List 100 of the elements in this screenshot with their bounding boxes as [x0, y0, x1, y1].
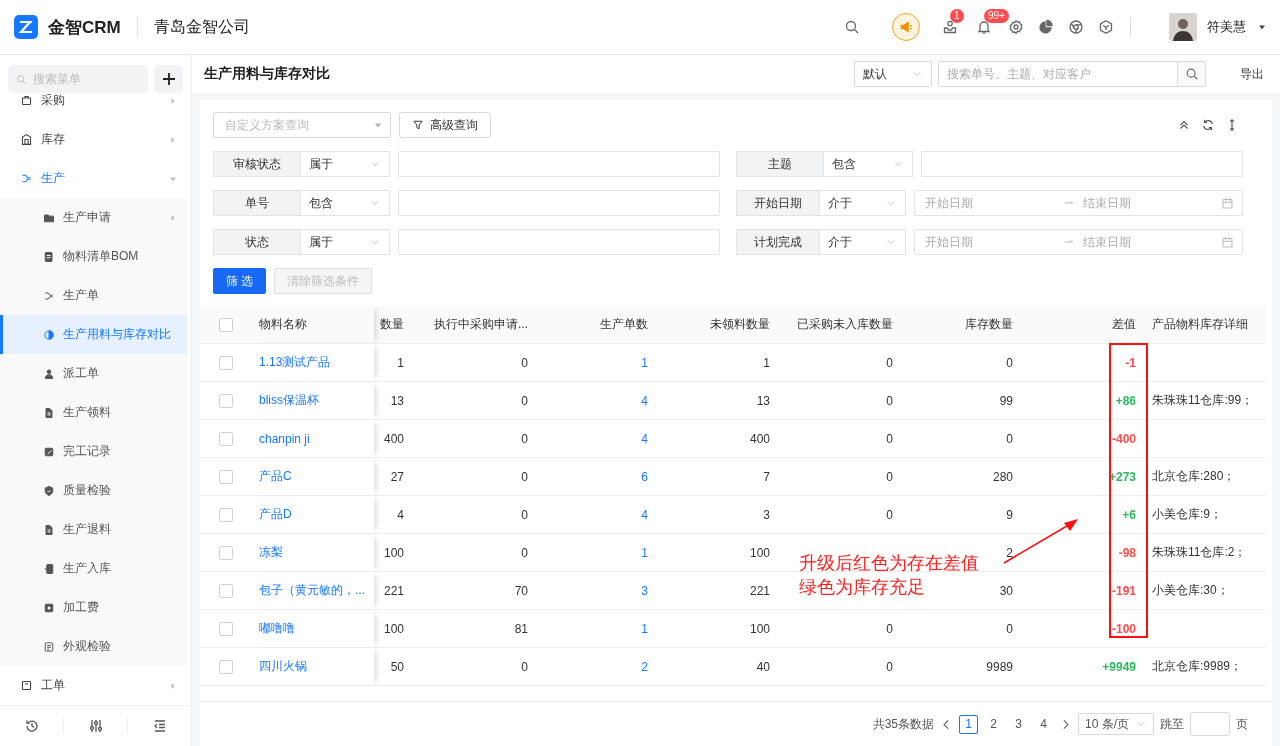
order-count-link[interactable]: 1 [641, 545, 648, 560]
menu-item[interactable]: 工单 [0, 666, 187, 705]
page-size-select[interactable]: 10 条/页 [1078, 713, 1154, 735]
submenu-item[interactable]: 生产单 [0, 276, 187, 315]
submenu-item[interactable]: 完工记录 [0, 432, 187, 471]
row-checkbox[interactable] [218, 469, 233, 484]
product-link[interactable]: chanpin ji [259, 431, 310, 446]
megaphone-button[interactable] [892, 13, 920, 41]
filter-input[interactable] [398, 229, 720, 255]
row-checkbox[interactable] [218, 545, 233, 560]
submenu-item[interactable]: 生产用料与库存对比 [0, 315, 187, 354]
pie-chart-icon[interactable] [1038, 19, 1054, 35]
order-count-link[interactable]: 2 [641, 659, 648, 674]
menu-item[interactable]: 生产 [0, 159, 187, 198]
advanced-search-button[interactable]: 高级查询 [399, 112, 491, 138]
search-field[interactable]: 搜索单号、主题、对应客户 [938, 61, 1206, 87]
row-checkbox[interactable] [218, 659, 233, 674]
order-count-link[interactable]: 4 [641, 507, 648, 522]
search-button[interactable] [1177, 62, 1205, 86]
search-icon[interactable] [844, 19, 860, 35]
operator-select[interactable]: 包含 [824, 151, 913, 177]
submenu-item-icon [43, 211, 55, 224]
submenu-item-icon [43, 367, 55, 380]
scheme-select[interactable]: 自定义方案查询 [213, 112, 391, 138]
filter-input[interactable] [398, 151, 720, 177]
table-cell: 0 [886, 355, 893, 370]
product-link[interactable]: 包子（黄元敏的，... [259, 582, 365, 599]
table-cell: 小美仓库:9； [1152, 506, 1222, 523]
product-link[interactable]: 冻梨 [259, 544, 283, 561]
submenu-item[interactable]: 生产申请 [0, 198, 187, 237]
submenu-item[interactable]: 外观检验 [0, 627, 187, 666]
submenu-item[interactable]: 物料清单BOM [0, 237, 187, 276]
cube-icon[interactable] [1098, 19, 1114, 35]
operator-select[interactable]: 属于 [301, 229, 390, 255]
submenu-item[interactable]: 派工单 [0, 354, 187, 393]
menu-item-icon [20, 679, 33, 692]
jump-label: 跳至 [1160, 715, 1184, 733]
product-link[interactable]: 四川火锅 [259, 658, 307, 675]
row-checkbox[interactable] [218, 621, 233, 636]
menu-item[interactable]: 库存 [0, 120, 187, 159]
user-avatar[interactable] [1169, 13, 1197, 41]
view-select[interactable]: 默认 [854, 61, 932, 87]
operator-select[interactable]: 属于 [301, 151, 390, 177]
table-cell: 50 [390, 659, 404, 674]
export-button[interactable]: 导出 [1236, 65, 1268, 83]
row-checkbox[interactable] [218, 583, 233, 598]
operator-select[interactable]: 介于 [820, 190, 906, 216]
product-link[interactable]: bliss保温杯 [259, 392, 319, 409]
page-button[interactable]: 2 [984, 714, 1003, 734]
order-count-link[interactable]: 6 [641, 469, 648, 484]
submenu-item-icon [43, 523, 55, 536]
table-cell: 27 [390, 469, 404, 484]
sliders-icon[interactable] [87, 718, 104, 734]
filter-button[interactable]: 筛 选 [213, 268, 267, 294]
calendar-icon [1221, 235, 1234, 249]
table-cell: 100 [383, 545, 404, 560]
product-link[interactable]: 嘟噜噜 [259, 620, 295, 637]
submenu-item[interactable]: 质量检验 [0, 471, 187, 510]
add-button[interactable] [154, 65, 183, 93]
filter-input[interactable] [921, 151, 1243, 177]
page-jump-field[interactable] [1190, 712, 1230, 736]
bell-icon[interactable] [976, 19, 992, 35]
submenu-item-icon [43, 406, 55, 419]
product-link[interactable]: 1.13测试产品 [259, 354, 331, 371]
order-count-link[interactable]: 4 [641, 431, 648, 446]
submenu-item[interactable]: 加工费 [0, 588, 187, 627]
order-count-link[interactable]: 3 [641, 583, 648, 598]
page-button[interactable]: 1 [959, 714, 978, 734]
date-range-field[interactable]: 开始日期 结束日期 [914, 229, 1243, 255]
row-checkbox[interactable] [218, 393, 233, 408]
product-link[interactable]: 产品C [259, 468, 292, 485]
order-count-link[interactable]: 1 [641, 355, 648, 370]
submenu-item[interactable]: 生产领料 [0, 393, 187, 432]
filter-input[interactable] [398, 190, 720, 216]
submenu-item[interactable]: 生产退料 [0, 510, 187, 549]
difference-value: -98 [1118, 545, 1136, 560]
refresh-icon[interactable] [1201, 118, 1215, 132]
date-range-field[interactable]: 开始日期 结束日期 [914, 190, 1243, 216]
row-checkbox[interactable] [218, 507, 233, 522]
page-button[interactable]: 3 [1009, 714, 1028, 734]
row-checkbox[interactable] [218, 355, 233, 370]
operator-select[interactable]: 包含 [301, 190, 390, 216]
product-link[interactable]: 产品D [259, 506, 292, 523]
select-all-checkbox[interactable] [218, 317, 233, 332]
difference-value: +6 [1122, 507, 1136, 522]
difference-value: +86 [1115, 393, 1136, 408]
order-count-link[interactable]: 4 [641, 393, 648, 408]
page-button[interactable]: 4 [1034, 714, 1053, 734]
column-header: 已采购未入库数量 [797, 316, 893, 333]
order-count-link[interactable]: 1 [641, 621, 648, 636]
operator-select[interactable]: 介于 [820, 229, 906, 255]
inbox-icon[interactable] [942, 19, 958, 35]
submenu-item[interactable]: 生产入库 [0, 549, 187, 588]
user-name[interactable]: 符美慧 [1207, 18, 1246, 36]
settings-icon[interactable] [1008, 19, 1024, 35]
history-icon[interactable] [23, 718, 40, 734]
browser-icon[interactable] [1068, 19, 1084, 35]
menu-item[interactable]: 采购 [0, 93, 187, 120]
row-checkbox[interactable] [218, 431, 233, 446]
table-cell: 朱珠珠11仓库:99； [1152, 392, 1254, 409]
